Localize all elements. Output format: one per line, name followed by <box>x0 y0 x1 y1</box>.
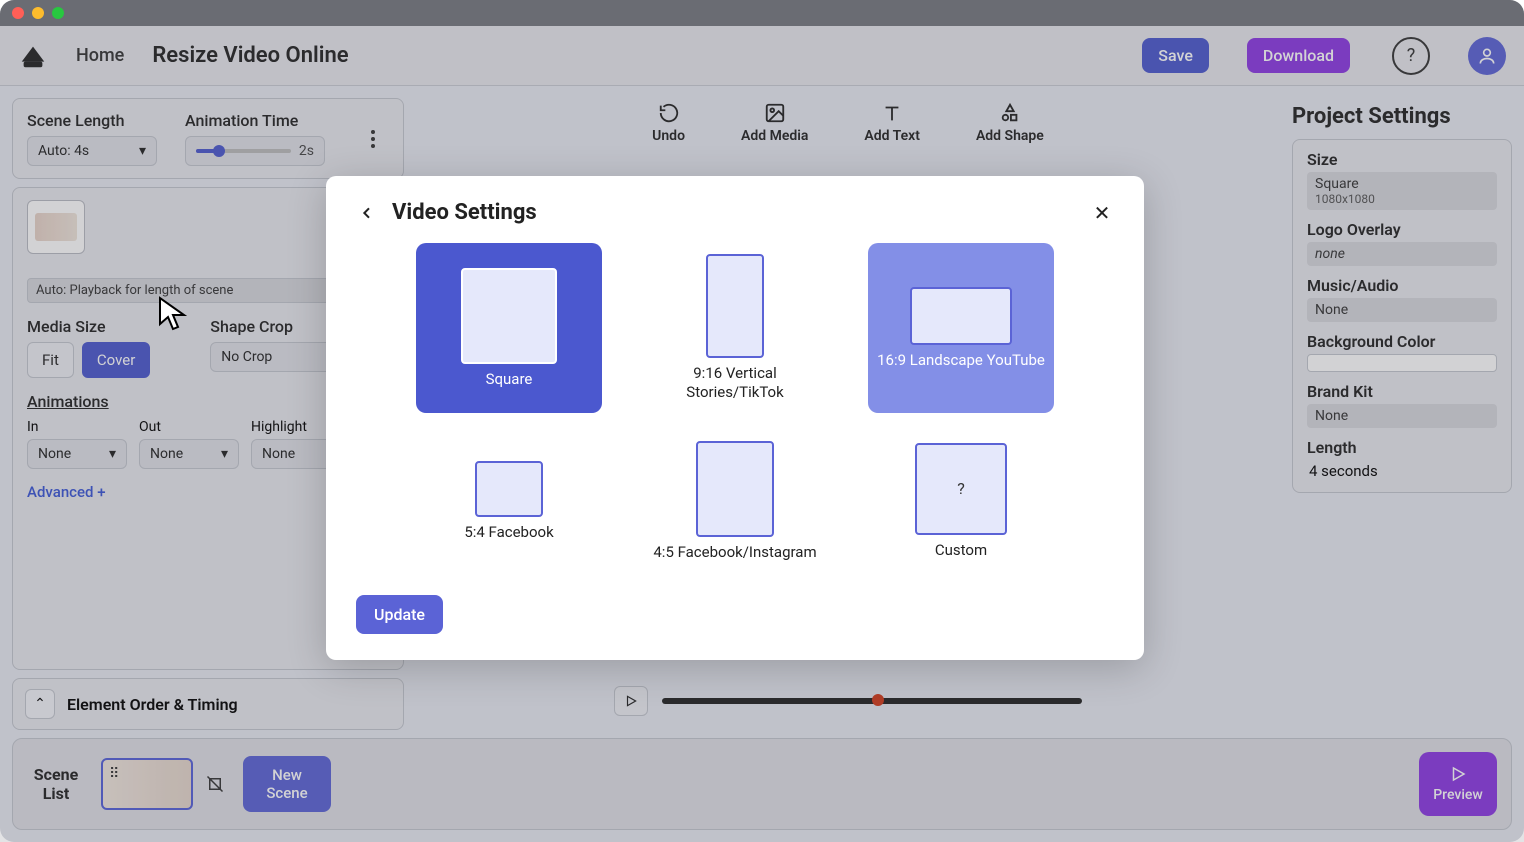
update-button[interactable]: Update <box>356 595 443 634</box>
size-option-landscape[interactable]: 16:9 Landscape YouTube <box>868 243 1054 413</box>
modal-title: Video Settings <box>392 200 537 225</box>
video-settings-modal: Video Settings ✕ Square 9:16 Vertical St… <box>326 176 1144 660</box>
size-option-custom[interactable]: ? Custom <box>868 431 1054 571</box>
size-option-vertical[interactable]: 9:16 Vertical Stories/TikTok <box>642 243 828 413</box>
size-option-5-4[interactable]: 5:4 Facebook <box>416 431 602 571</box>
window-close-dot[interactable] <box>12 7 24 19</box>
window-zoom-dot[interactable] <box>52 7 64 19</box>
size-option-square[interactable]: Square <box>416 243 602 413</box>
macos-titlebar <box>0 0 1524 26</box>
modal-back-button[interactable] <box>356 202 378 224</box>
size-option-4-5[interactable]: 4:5 Facebook/Instagram <box>642 431 828 571</box>
window-minimize-dot[interactable] <box>32 7 44 19</box>
modal-close-button[interactable]: ✕ <box>1090 201 1114 225</box>
